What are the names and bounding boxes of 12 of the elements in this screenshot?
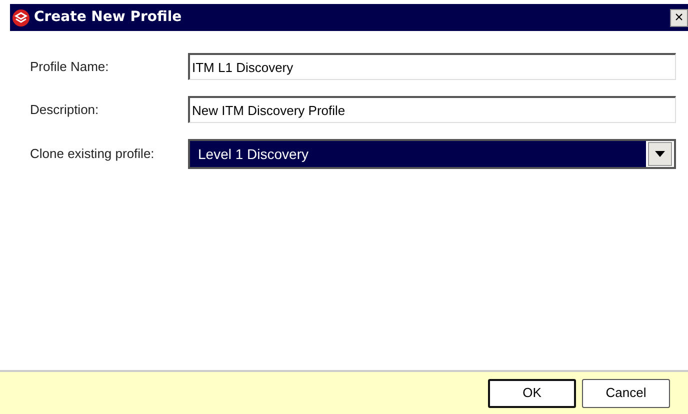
dialog-button[interactable]: Cancel bbox=[582, 378, 670, 408]
close-button[interactable]: × bbox=[670, 8, 688, 26]
dropdown-value: Level 1 Discovery bbox=[190, 141, 646, 167]
field-label: Clone existing profile: bbox=[30, 145, 156, 164]
text-field[interactable]: ITM L1 Discovery bbox=[188, 53, 676, 80]
dialog-button[interactable]: OK bbox=[488, 378, 576, 408]
text-field[interactable]: New ITM Discovery Profile bbox=[188, 96, 676, 123]
field-label: Description: bbox=[30, 100, 100, 119]
app-logo-icon bbox=[12, 8, 30, 26]
field-label: Profile Name: bbox=[30, 58, 110, 76]
dropdown[interactable]: Level 1 Discovery bbox=[188, 139, 676, 169]
window-title: Create New Profile bbox=[34, 8, 183, 27]
